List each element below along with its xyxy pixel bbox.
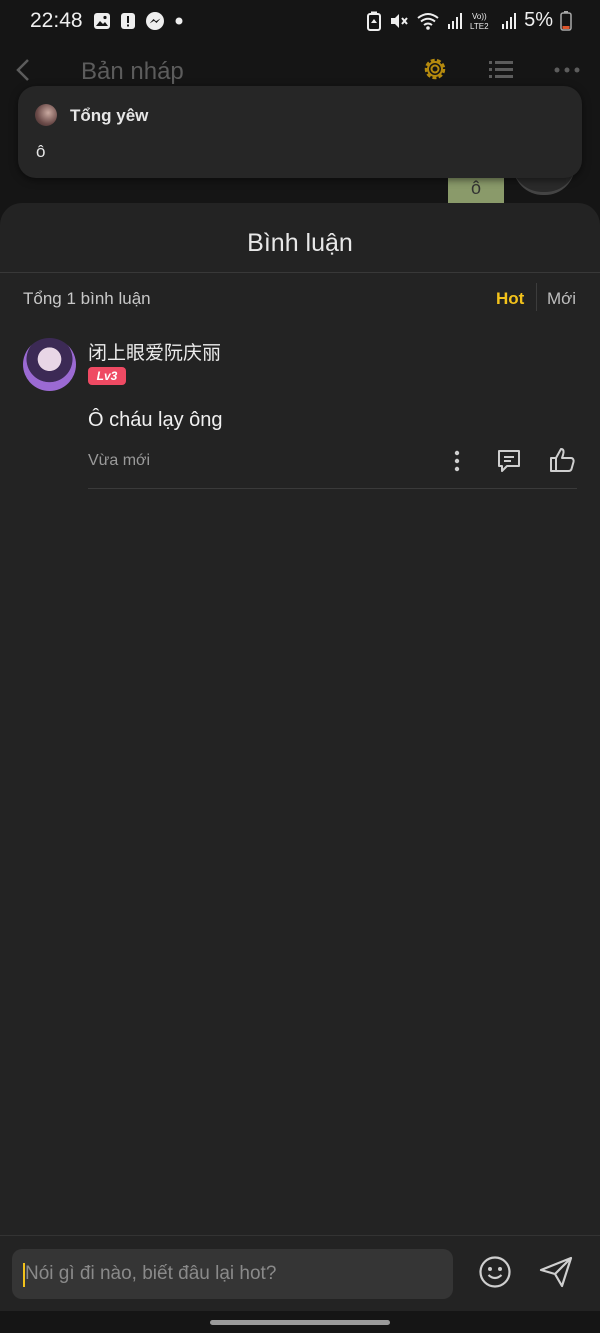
sheet-title: Bình luận [247,229,353,257]
messenger-icon [145,11,165,31]
network-type-icon: Vo)) LTE2 [470,11,494,31]
send-icon[interactable] [538,1255,574,1289]
home-indicator[interactable] [210,1320,390,1325]
comment-count: Tổng 1 bình luận [23,289,151,308]
level-badge: Lv3 [88,367,126,385]
divider [536,283,537,311]
more-options-button[interactable] [552,58,582,82]
battery-icon [560,10,572,31]
status-time: 22:48 [30,9,83,32]
comment-author[interactable]: 闭上眼爱阮庆丽 [88,338,221,365]
dot-icon [174,16,184,26]
comment-text: Ô cháu lạy ông [88,409,223,431]
recycle-icon [366,11,382,31]
avatar[interactable] [23,338,76,391]
avatar [35,104,57,126]
text-cursor [23,1263,25,1287]
signal-icon [447,12,463,30]
gallery-icon [93,12,111,30]
more-vertical-icon[interactable] [444,447,470,475]
svg-text:LTE2: LTE2 [470,22,489,31]
mute-icon [389,11,409,31]
comment-time: Vừa mới [88,452,151,469]
chapter-list-button[interactable] [486,56,516,84]
divider [0,272,600,273]
svg-text:Vo)): Vo)) [472,12,487,21]
sort-new-tab[interactable]: Mới [547,289,576,309]
comment-item: 闭上眼爱阮庆丽 Lv3 Ô cháu lạy ông Vừa mới [0,333,600,493]
signal-icon [501,12,517,30]
comment-input-bar: Nói gì đi nào, biết đâu lại hot? [0,1235,600,1312]
input-placeholder: Nói gì đi nào, biết đâu lại hot? [25,1263,277,1284]
system-nav-bar [0,1311,600,1333]
message-notification[interactable]: Tổng yêw ô [18,86,582,178]
comment-input[interactable]: Nói gì đi nào, biết đâu lại hot? [12,1249,453,1299]
battery-percent: 5% [524,9,553,31]
sort-hot-tab[interactable]: Hot [496,289,524,309]
comments-sheet: Bình luận Tổng 1 bình luận Hot Mới 闭上眼爱阮… [0,203,600,1311]
reply-icon[interactable] [495,447,523,475]
status-bar: 22:48 Vo)) LTE2 5% [0,0,600,44]
page-title: Bản nháp [81,58,184,85]
alert-icon [120,12,136,30]
like-icon[interactable] [548,446,576,474]
notification-sender: Tổng yêw [70,106,149,125]
settings-button[interactable] [420,54,450,84]
back-button[interactable] [10,54,38,86]
wifi-icon [416,11,440,31]
notification-message: ô [36,142,46,161]
emoji-icon[interactable] [478,1255,512,1289]
divider [88,488,577,489]
